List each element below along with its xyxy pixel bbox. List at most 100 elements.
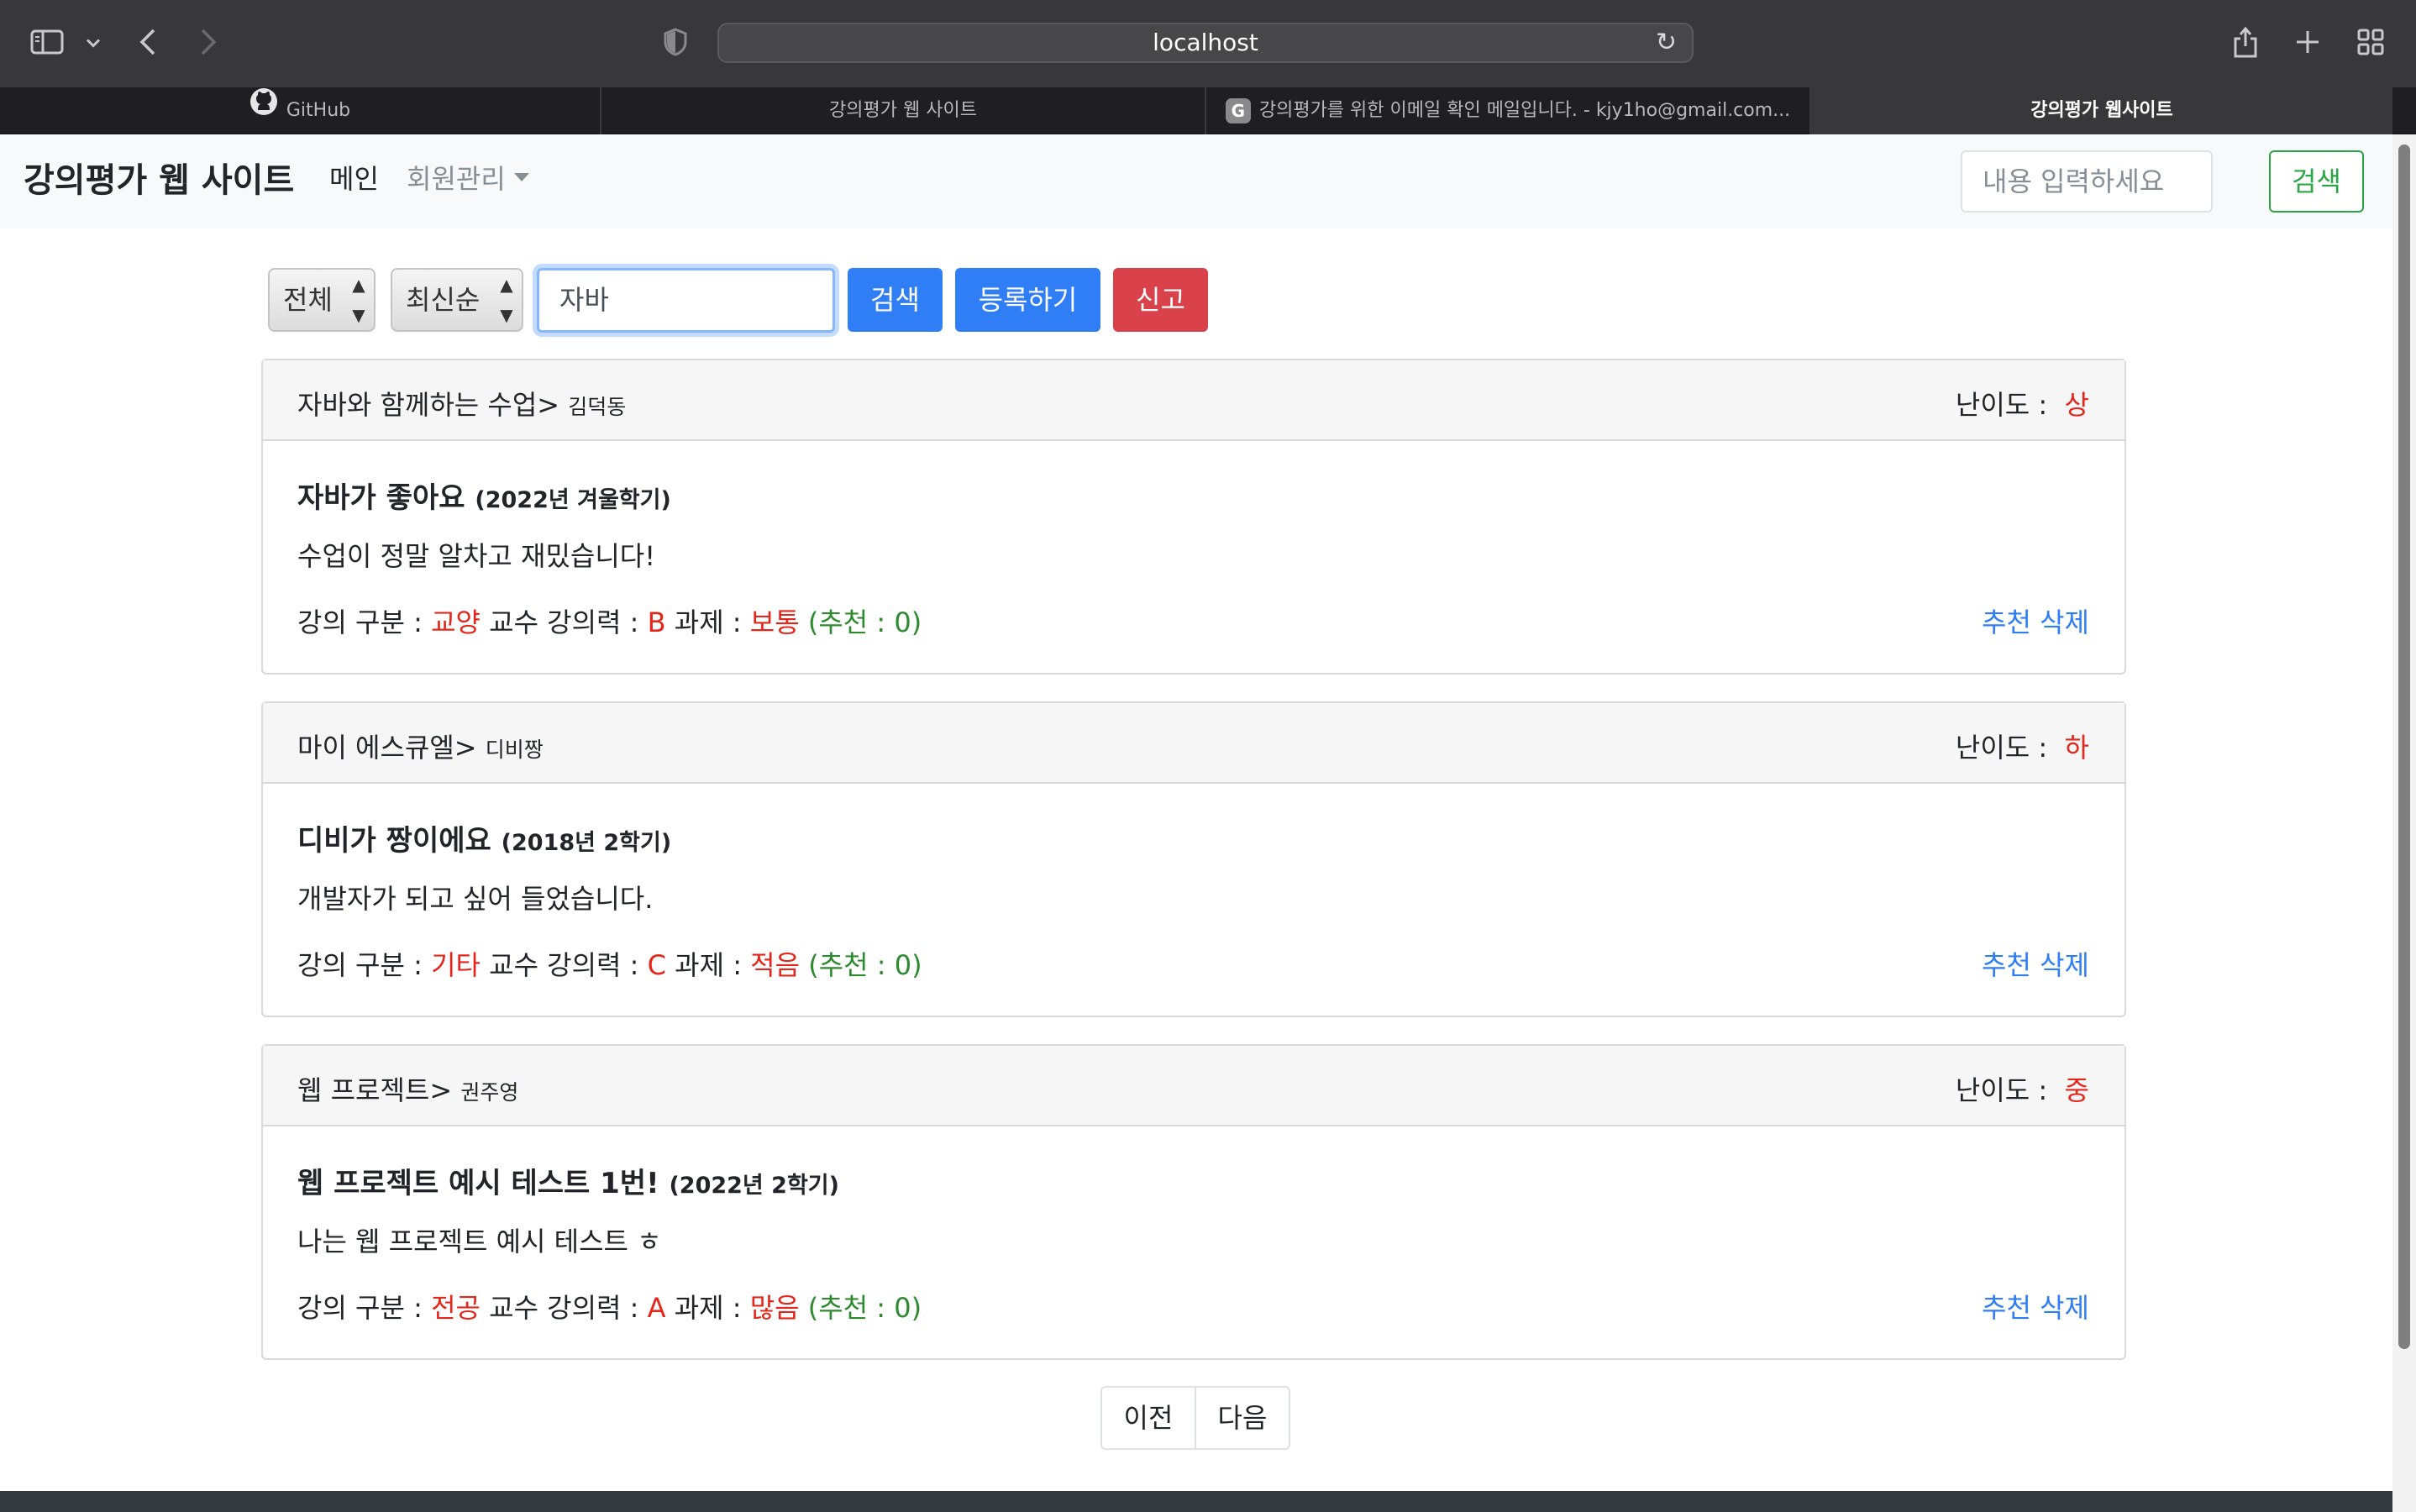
difficulty: 난이도 : 하 [1956, 727, 2089, 765]
pagination: 이전 다음 [1100, 1386, 1290, 1450]
evaluation-meta: 강의 구분 : 전공 교수 강의력 : A 과제 : 많음 (추천 : 0) [297, 1287, 922, 1326]
register-button[interactable]: 등록하기 [955, 268, 1100, 332]
evaluation-card: 웹 프로젝트> 권주영 난이도 : 중 웹 프로젝트 예시 테스트 1번! (2… [261, 1044, 2126, 1360]
difficulty-label: 난이도 : [1955, 389, 2048, 421]
share-icon[interactable] [2233, 26, 2258, 61]
evaluation-content: 개발자가 되고 싶어 들었습니다. [297, 883, 654, 915]
tab-label: 강의평가 웹사이트 [2030, 100, 2173, 121]
card-header: 마이 에스큐엘> 디비짱 난이도 : 하 [263, 703, 2125, 784]
professor-name: 권주영 [460, 1080, 519, 1105]
forward-icon[interactable] [200, 29, 217, 59]
lecture-power-value: A [647, 1292, 666, 1324]
division-value: 교양 [431, 606, 481, 638]
assignment-value: 적음 [750, 949, 801, 981]
recommend-link[interactable]: 추천 [1982, 606, 2031, 638]
privacy-shield-icon[interactable] [664, 28, 687, 60]
tab-lecture-website-active[interactable]: 강의평가 웹사이트 [1811, 87, 2392, 134]
difficulty-value: 하 [2064, 732, 2089, 764]
nav-member-dropdown[interactable]: 회원관리 [407, 158, 529, 197]
division-value: 기타 [431, 949, 481, 981]
next-page-button[interactable]: 다음 [1195, 1388, 1289, 1448]
evaluation-content: 수업이 정말 알차고 재밌습니다! [297, 540, 656, 572]
difficulty-value: 상 [2064, 389, 2089, 421]
evaluation-card: 자바와 함께하는 수업> 김덕동 난이도 : 상 자바가 좋아요 (2022년 … [261, 359, 2126, 675]
sidebar-toggle-icon[interactable] [30, 29, 64, 58]
github-icon [249, 87, 278, 134]
category-select-value: 전체 [283, 284, 333, 316]
tab-overview-icon[interactable] [2357, 29, 2384, 59]
evaluation-term: (2022년 겨울학기) [475, 487, 671, 513]
evaluation-meta: 강의 구분 : 교양 교수 강의력 : B 과제 : 보통 (추천 : 0) [297, 601, 922, 640]
lecture-title: 마이 에스큐엘> [297, 732, 477, 764]
division-label: 강의 구분 : [297, 1292, 423, 1324]
tab-bar: GitHub 강의평가 웹 사이트 G 강의평가를 위한 이메일 확인 메일입니다… [0, 87, 2416, 134]
evaluation-card: 마이 에스큐엘> 디비짱 난이도 : 하 디비가 짱이에요 (2018년 2학기… [261, 701, 2126, 1017]
nav-search-input[interactable]: 내용 입력하세요 [1961, 150, 2213, 213]
tab-label: 강의평가 웹 사이트 [829, 100, 977, 121]
report-button[interactable]: 신고 [1113, 268, 1208, 332]
tab-github[interactable]: GitHub [0, 87, 601, 134]
evaluation-content: 나는 웹 프로젝트 예시 테스트 ㅎ [297, 1226, 662, 1257]
delete-link[interactable]: 삭제 [2040, 1292, 2089, 1324]
evaluation-term: (2022년 2학기) [669, 1173, 839, 1199]
lecture-power-value: B [647, 606, 666, 638]
assignment-label: 과제 : [674, 1292, 742, 1324]
reload-icon[interactable]: ↻ [1656, 29, 1677, 56]
difficulty: 난이도 : 상 [1956, 384, 2089, 423]
difficulty: 난이도 : 중 [1956, 1069, 2089, 1108]
tab-label: GitHub [286, 100, 351, 121]
lecture-name: 마이 에스큐엘> 디비짱 [297, 727, 544, 765]
lecture-power-label: 교수 강의력 : [489, 606, 639, 638]
lecture-power-value: C [647, 949, 666, 981]
recommend-close: ) [911, 949, 922, 981]
evaluation-title: 자바가 좋아요 (2022년 겨울학기) [297, 475, 671, 516]
sort-select-value: 최신순 [406, 284, 481, 316]
professor-name: 디비짱 [485, 738, 544, 762]
assignment-label: 과제 : [675, 949, 742, 981]
division-value: 전공 [431, 1292, 481, 1324]
address-bar[interactable]: localhost ↻ [717, 23, 1694, 63]
category-select[interactable]: 전체 ▲ ▼ [268, 268, 376, 332]
delete-link[interactable]: 삭제 [2040, 949, 2089, 981]
nav-member-label: 회원관리 [407, 163, 506, 195]
lecture-power-label: 교수 강의력 : [489, 949, 639, 981]
select-arrows-icon: ▲ ▼ [352, 275, 365, 325]
card-actions: 추천 삭제 [1982, 944, 2089, 983]
search-button[interactable]: 검색 [848, 268, 943, 332]
tab-gmail[interactable]: G 강의평가를 위한 이메일 확인 메일입니다. - kjy1ho@gmail.c… [1206, 87, 1811, 134]
scrollbar-thumb[interactable] [2398, 144, 2410, 1349]
lecture-power-label: 교수 강의력 : [489, 1292, 639, 1324]
recommend-link[interactable]: 추천 [1982, 949, 2031, 981]
recommend-open: (추천 : [808, 949, 886, 981]
sort-select[interactable]: 최신순 ▲ ▼ [391, 268, 523, 332]
nav-search-button[interactable]: 검색 [2269, 150, 2364, 213]
page-footer [0, 1491, 2392, 1512]
delete-link[interactable]: 삭제 [2040, 606, 2089, 638]
evaluation-title: 웹 프로젝트 예시 테스트 1번! (2022년 2학기) [297, 1160, 839, 1201]
query-input[interactable]: 자바 [537, 268, 835, 333]
evaluation-title-text: 디비가 짱이에요 [297, 824, 491, 858]
lecture-name: 웹 프로젝트> 권주영 [297, 1069, 518, 1108]
lecture-title: 자바와 함께하는 수업> [297, 389, 560, 421]
card-header: 자바와 함께하는 수업> 김덕동 난이도 : 상 [263, 360, 2125, 441]
assignment-value: 보통 [749, 606, 800, 638]
recommend-value: 0 [894, 949, 912, 981]
recommend-link[interactable]: 추천 [1982, 1292, 2031, 1324]
evaluation-title-text: 자바가 좋아요 [297, 481, 465, 515]
evaluation-title: 디비가 짱이에요 (2018년 2학기) [297, 817, 671, 858]
division-label: 강의 구분 : [297, 949, 423, 981]
card-actions: 추천 삭제 [1982, 1287, 2089, 1326]
new-tab-icon[interactable] [2295, 29, 2320, 58]
chevron-down-icon[interactable] [86, 36, 101, 52]
site-brand[interactable]: 강의평가 웹 사이트 [24, 153, 294, 202]
recommend-close: ) [911, 606, 922, 638]
nav-main-link[interactable]: 메인 [329, 158, 379, 197]
recommend-count: (추천 : 0) [808, 1292, 922, 1324]
difficulty-label: 난이도 : [1955, 1074, 2048, 1106]
assignment-label: 과제 : [674, 606, 742, 638]
tab-lecture-site[interactable]: 강의평가 웹 사이트 [601, 87, 1206, 134]
back-icon[interactable] [139, 29, 156, 59]
site-navbar: 강의평가 웹 사이트 메인 회원관리 내용 입력하세요 검색 [0, 134, 2392, 228]
prev-page-button[interactable]: 이전 [1102, 1388, 1195, 1448]
difficulty-value: 중 [2064, 1074, 2089, 1106]
